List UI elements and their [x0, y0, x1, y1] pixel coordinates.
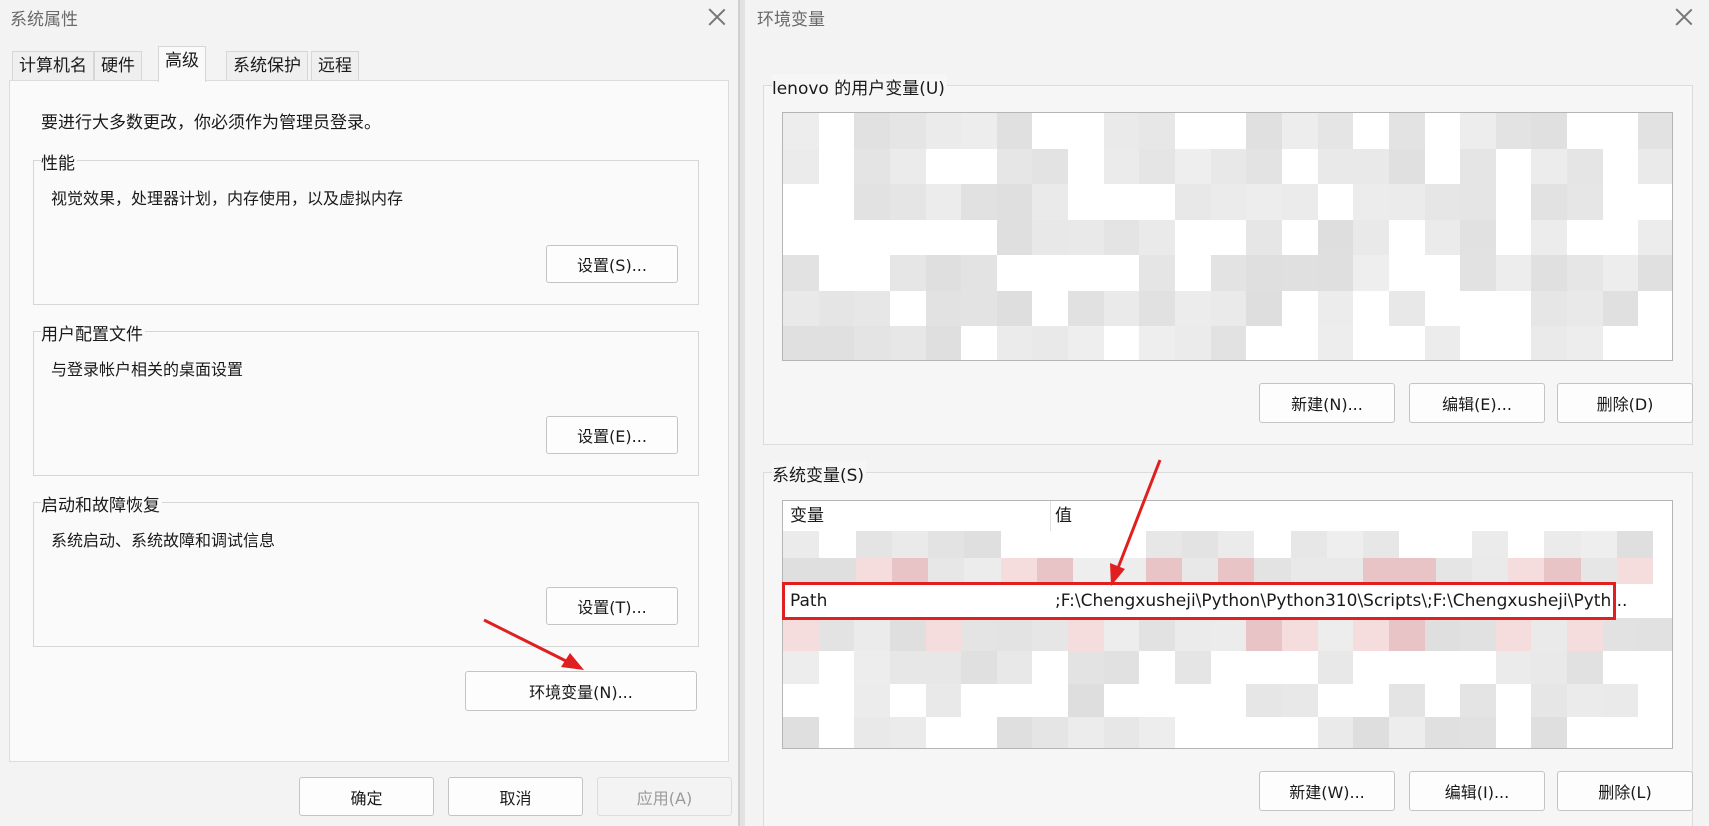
user-profile-settings-button[interactable]: 设置(E)... — [546, 416, 678, 454]
column-header-name[interactable]: 变量 — [790, 501, 824, 531]
user-variables-section: lenovo 的用户变量(U) 新建(N)... 编辑(E)... 删除(D) — [763, 74, 1693, 445]
system-variables-section: 系统变量(S) 变量 值 Path ;F:\Chengxusheji\Pytho… — [763, 461, 1693, 826]
performance-title: 性能 — [41, 149, 77, 174]
apply-button[interactable]: 应用(A) — [597, 777, 732, 816]
tab-system-protection[interactable]: 系统保护 — [226, 51, 308, 81]
system-delete-button[interactable]: 删除(L) — [1557, 771, 1693, 811]
user-new-button[interactable]: 新建(N)... — [1259, 383, 1395, 423]
user-variables-title: lenovo 的用户变量(U) — [772, 74, 947, 99]
startup-recovery-description: 系统启动、系统故障和调试信息 — [51, 531, 276, 550]
user-edit-button[interactable]: 编辑(E)... — [1409, 383, 1545, 423]
window-title: 系统属性 — [10, 10, 78, 30]
user-delete-button[interactable]: 删除(D) — [1557, 383, 1693, 423]
performance-group: 性能 视觉效果，处理器计划，内存使用，以及虚拟内存 设置(S)... — [33, 149, 699, 305]
system-edit-button[interactable]: 编辑(I)... — [1409, 771, 1545, 811]
user-profile-description: 与登录帐户相关的桌面设置 — [51, 360, 244, 379]
tab-computer-name[interactable]: 计算机名 — [12, 51, 94, 81]
table-row-path[interactable]: Path ;F:\Chengxusheji\Python\Python310\S… — [783, 586, 1672, 616]
row-variable-name: Path — [790, 591, 828, 611]
blurred-variable-rows — [783, 618, 1672, 748]
cancel-button[interactable]: 取消 — [448, 777, 583, 816]
column-separator[interactable] — [1050, 501, 1051, 531]
admin-notice: 要进行大多数更改，你必须作为管理员登录。 — [41, 113, 381, 133]
advanced-tab-panel: 要进行大多数更改，你必须作为管理员登录。 性能 视觉效果，处理器计划，内存使用，… — [9, 80, 729, 762]
column-header-value[interactable]: 值 — [1055, 501, 1072, 531]
performance-description: 视觉效果，处理器计划，内存使用，以及虚拟内存 — [51, 189, 404, 208]
startup-recovery-title: 启动和故障恢复 — [41, 491, 162, 516]
tab-advanced[interactable]: 高级 — [158, 46, 206, 82]
tab-remote[interactable]: 远程 — [311, 51, 359, 81]
row-variable-value: ;F:\Chengxusheji\Python\Python310\Script… — [1055, 591, 1628, 611]
system-new-button[interactable]: 新建(W)... — [1259, 771, 1395, 811]
performance-settings-button[interactable]: 设置(S)... — [546, 245, 678, 283]
ok-button[interactable]: 确定 — [299, 777, 434, 816]
blurred-variable-rows — [783, 531, 1653, 584]
startup-recovery-settings-button[interactable]: 设置(T)... — [546, 587, 678, 625]
user-profile-group: 用户配置文件 与登录帐户相关的桌面设置 设置(E)... — [33, 320, 699, 476]
system-variables-list[interactable]: 变量 值 Path ;F:\Chengxusheji\Python\Python… — [782, 500, 1673, 749]
system-properties-window: 系统属性 计算机名 硬件 高级 系统保护 远程 要进行大多数更改，你必须作为管理… — [0, 0, 740, 826]
close-icon[interactable] — [706, 6, 728, 28]
user-variables-list[interactable] — [782, 112, 1673, 361]
startup-recovery-group: 启动和故障恢复 系统启动、系统故障和调试信息 设置(T)... — [33, 491, 699, 647]
window-title: 环境变量 — [757, 10, 825, 30]
environment-variables-window: 环境变量 lenovo 的用户变量(U) 新建(N)... 编辑(E)... 删… — [745, 0, 1709, 826]
user-profile-title: 用户配置文件 — [41, 320, 145, 345]
environment-variables-button[interactable]: 环境变量(N)... — [465, 671, 697, 711]
system-variables-title: 系统变量(S) — [772, 461, 867, 486]
close-icon[interactable] — [1673, 6, 1695, 28]
tab-hardware[interactable]: 硬件 — [94, 51, 142, 81]
blurred-variable-list — [783, 113, 1672, 360]
